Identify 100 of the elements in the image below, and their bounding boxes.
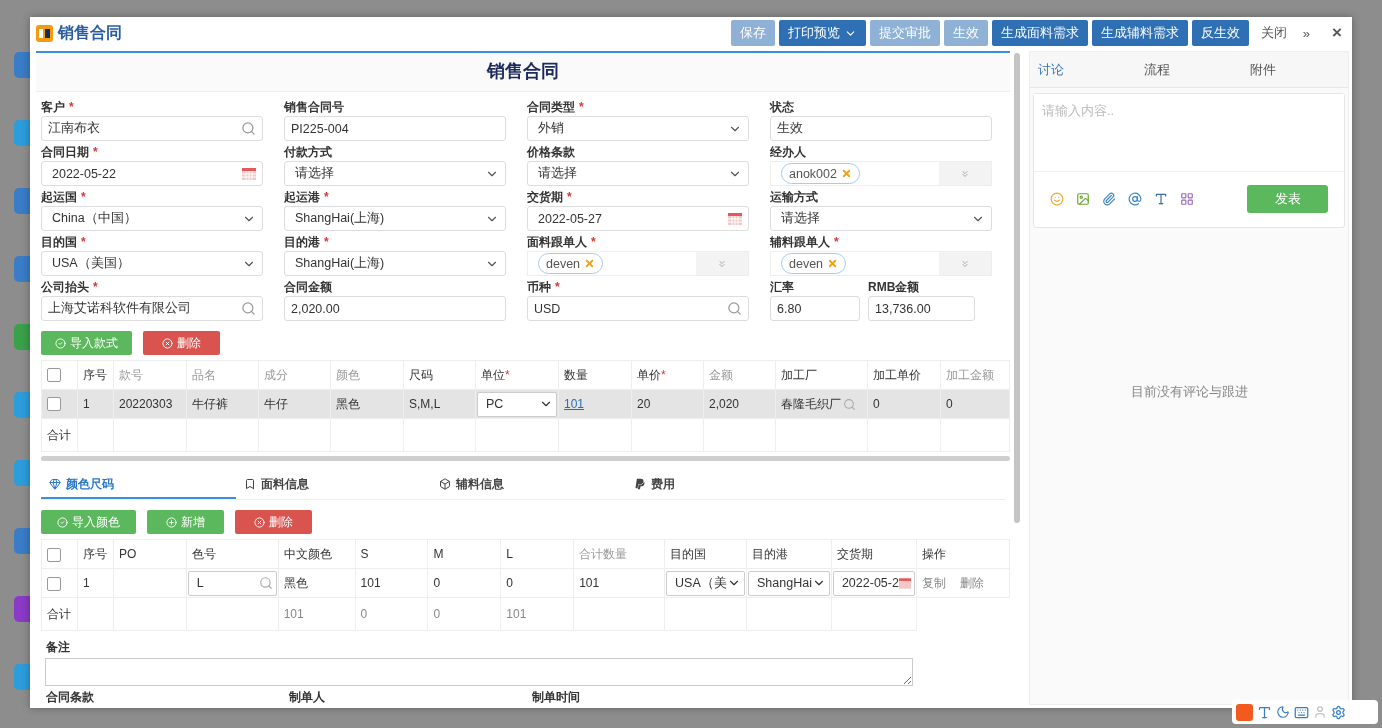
toolbar-button[interactable]: 生成辅料需求 (1091, 20, 1188, 46)
close-text-button[interactable]: 关闭 (1256, 22, 1291, 44)
select-field[interactable]: 请选择 (527, 161, 749, 186)
tab[interactable]: 流程 (1136, 52, 1242, 87)
font-icon[interactable] (1154, 192, 1168, 206)
search-field[interactable]: 江南布衣 (41, 116, 263, 141)
remove-icon[interactable] (840, 168, 852, 179)
text-field[interactable]: 6.80 (770, 296, 860, 321)
field-label: 合同类型 * (527, 99, 585, 116)
field-label: 制单时间 (532, 689, 581, 706)
text-field[interactable]: 生效 (770, 116, 992, 141)
comment-field[interactable]: 请输入内容.. (1034, 94, 1344, 172)
app-tile[interactable] (14, 120, 30, 146)
search-field[interactable]: L (187, 570, 277, 596)
table-cell: S,M,L (403, 389, 476, 419)
action-button[interactable]: 删除 (235, 510, 312, 535)
action-button[interactable]: 删除 (143, 331, 220, 355)
table-cell: 春隆毛织厂 (781, 395, 841, 413)
column-header: 金额 (703, 360, 776, 390)
app-tile[interactable] (14, 460, 30, 486)
input-method-logo-icon[interactable] (1236, 703, 1253, 721)
text-field[interactable]: PI225-004 (284, 116, 506, 141)
field-label: 起运国 * (41, 189, 87, 206)
app-tile[interactable] (14, 664, 30, 690)
column-header: 单价* (631, 360, 704, 390)
horizontal-scrollbar[interactable] (41, 456, 1010, 462)
tag-select-field[interactable]: deven (527, 251, 749, 276)
select-field[interactable]: 请选择 (284, 161, 506, 186)
search-icon (258, 576, 273, 591)
table-row[interactable]: 1 20220303 牛仔裤 牛仔 黑色 S,M,L PC 101 20 2,020 春隆毛织厂 0 0 (41, 389, 1010, 419)
table-cell: 0 (940, 389, 1010, 419)
text-field[interactable]: 13,736.00 (868, 296, 975, 321)
search-icon[interactable] (843, 397, 856, 411)
tag-select-field[interactable]: deven (770, 251, 992, 276)
app-tile[interactable] (14, 324, 30, 350)
table-cell: 1 (77, 568, 114, 598)
toolbar-button[interactable]: 打印预览 (778, 20, 866, 46)
checkbox[interactable] (47, 547, 61, 562)
select-field[interactable]: ShangHai(上海) (284, 251, 506, 276)
scrollbar-thumb[interactable] (1014, 53, 1020, 523)
keyboard-icon[interactable] (1294, 704, 1309, 720)
toolbar-button[interactable]: 生成面料需求 (991, 20, 1088, 46)
double-chevron-icon (960, 168, 970, 179)
tab[interactable]: 附件 (1242, 52, 1348, 87)
image-icon[interactable] (1076, 192, 1090, 206)
tab[interactable]: 费用 (626, 471, 821, 500)
moon-icon[interactable] (1276, 705, 1290, 719)
tab[interactable]: 面料信息 (236, 471, 431, 500)
payment-icon (634, 478, 646, 491)
tab[interactable]: 颜色尺码 (41, 471, 236, 500)
checkbox[interactable] (47, 576, 61, 591)
tab[interactable]: 讨论 (1030, 52, 1136, 87)
calendar-icon (898, 577, 911, 589)
select-field[interactable]: ShangHai (748, 570, 830, 596)
paperclip-icon[interactable] (1102, 192, 1116, 206)
table-cell: 0 (500, 568, 574, 598)
date-field[interactable]: 2022-05-22 (41, 161, 263, 186)
select-field[interactable]: USA（美 (666, 570, 745, 596)
field-label: 合同条款 (46, 689, 95, 706)
checkbox[interactable] (47, 368, 61, 383)
select-field[interactable]: ShangHai(上海) (284, 206, 506, 231)
row-action-link[interactable]: 删除 (959, 575, 984, 590)
select-field[interactable]: PC (477, 391, 557, 417)
close-button[interactable]: × (1328, 21, 1346, 45)
select-field[interactable]: China（中国） (41, 206, 263, 231)
app-tile[interactable] (14, 528, 30, 554)
field-label: 目的国 * (41, 234, 87, 251)
app-tile[interactable] (14, 392, 30, 418)
font-icon[interactable] (1257, 704, 1272, 720)
select-field[interactable]: 请选择 (770, 206, 992, 231)
remarks-field[interactable] (45, 658, 913, 686)
smile-icon[interactable] (1050, 192, 1064, 206)
search-field[interactable]: 上海艾诺科软件有限公司 (41, 296, 263, 321)
search-field[interactable]: USD (527, 296, 749, 321)
column-header: 交货期 (831, 539, 917, 569)
date-field[interactable]: 2022-05-2 (832, 570, 915, 596)
settings-icon[interactable] (1331, 704, 1346, 720)
tag-select-field[interactable]: anok002 (770, 161, 992, 186)
toolbar-button[interactable]: 反生效 (1191, 20, 1249, 46)
total-label: 合计 (41, 597, 78, 631)
app-tile[interactable] (14, 188, 30, 214)
select-field[interactable]: 外销 (527, 116, 749, 141)
at-sign-icon[interactable] (1128, 192, 1142, 206)
date-field[interactable]: 2022-05-27 (527, 206, 749, 231)
text-field[interactable]: 2,020.00 (284, 296, 506, 321)
select-field[interactable]: USA（美国） (41, 251, 263, 276)
grid-icon[interactable] (1180, 192, 1194, 206)
user-icon[interactable] (1313, 705, 1327, 719)
app-tile[interactable] (14, 596, 30, 622)
app-tile[interactable] (14, 52, 30, 78)
more-button[interactable]: » (1298, 23, 1315, 43)
column-header: 操作 (916, 539, 1010, 569)
remove-icon[interactable] (827, 258, 839, 269)
app-tile[interactable] (14, 256, 30, 282)
tab[interactable]: 辅料信息 (431, 471, 626, 500)
row-action-link[interactable]: 复制 (921, 575, 946, 590)
checkbox[interactable] (47, 397, 61, 412)
remove-icon[interactable] (584, 258, 596, 269)
quantity-link[interactable]: 101 (564, 397, 585, 411)
field-label: 付款方式 (284, 144, 333, 161)
